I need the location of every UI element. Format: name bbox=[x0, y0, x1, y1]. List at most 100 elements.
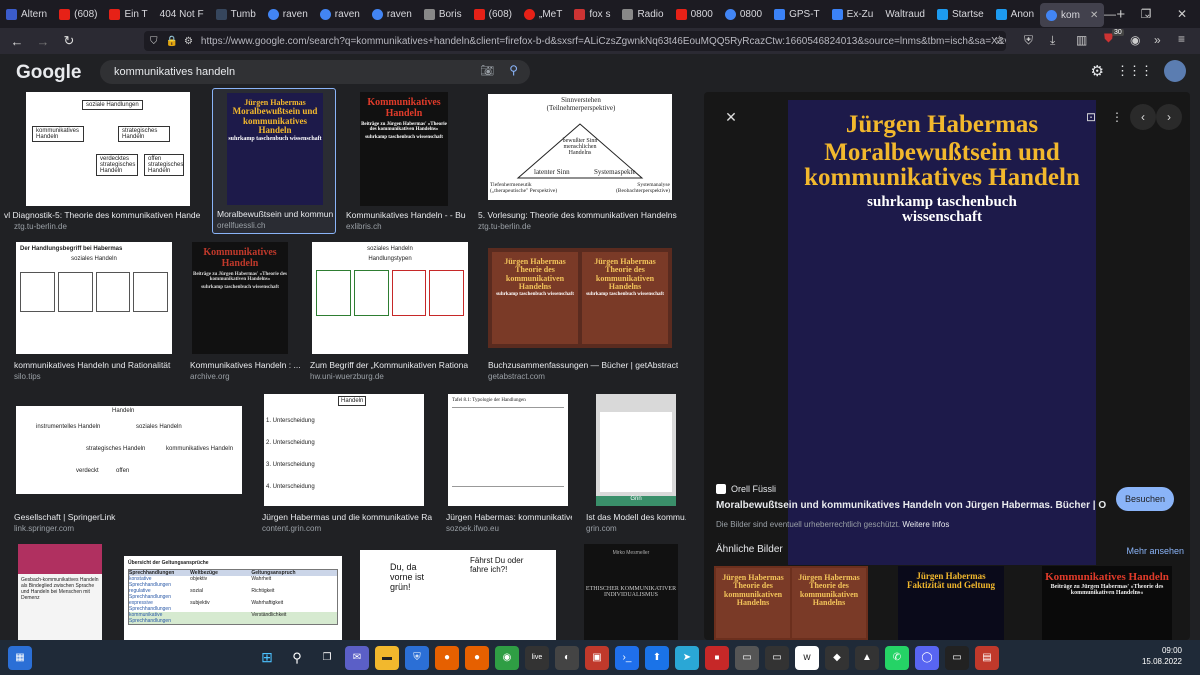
menu-icon[interactable]: ≡ bbox=[1178, 32, 1185, 46]
image-result[interactable]: soziales Handeln Handlungstypen bbox=[312, 242, 468, 354]
app-icon[interactable]: ▲ bbox=[855, 645, 879, 670]
tab[interactable]: „MeT bbox=[518, 0, 568, 28]
tab[interactable]: (608) bbox=[53, 0, 103, 28]
search-icon[interactable]: ⚲ bbox=[285, 646, 309, 670]
search-icon[interactable]: ⚲ bbox=[509, 63, 518, 77]
tab[interactable]: GPS-T bbox=[768, 0, 826, 28]
lens-icon[interactable]: ⊡ bbox=[1078, 104, 1104, 130]
result-caption[interactable]: Buchzusammenfassungen — Bücher | getAbst… bbox=[488, 360, 678, 370]
minimize-button[interactable]: — bbox=[1092, 0, 1128, 28]
defender-icon[interactable]: ⛨ bbox=[405, 645, 429, 670]
tab[interactable]: Ein T bbox=[103, 0, 153, 28]
tab[interactable]: raven bbox=[366, 0, 418, 28]
tab[interactable]: Boris bbox=[418, 0, 468, 28]
tab[interactable]: Ex-Zu bbox=[826, 0, 880, 28]
word-icon[interactable]: w bbox=[795, 645, 819, 670]
result-caption[interactable]: Kommunikatives Handeln : ... bbox=[190, 360, 300, 370]
windows-start-icon[interactable]: ⊞ bbox=[255, 646, 279, 670]
task-view-icon[interactable]: ❐ bbox=[315, 646, 339, 670]
chat-icon[interactable]: ◯ bbox=[915, 645, 939, 670]
terminal-icon[interactable]: ▭ bbox=[765, 645, 789, 670]
bookmark-star-icon[interactable]: ☆ bbox=[994, 33, 1005, 47]
image-result-selected[interactable]: Jürgen Habermas Moralbewußtsein und komm… bbox=[212, 88, 336, 234]
app-icon[interactable]: ⬆ bbox=[645, 645, 669, 670]
camera-icon[interactable]: 📷︎ bbox=[480, 64, 494, 77]
back-icon[interactable]: ← bbox=[4, 28, 30, 54]
app-icon[interactable]: ◐ bbox=[555, 645, 579, 670]
result-caption[interactable]: Kommunikatives Handeln - - Buch ... bbox=[346, 210, 466, 220]
image-result[interactable]: Kommunikatives Handeln Beiträge zu Jürge… bbox=[360, 92, 448, 206]
preview-image[interactable]: Jürgen Habermas Moralbewußtsein und komm… bbox=[788, 100, 1096, 565]
apps-grid-icon[interactable]: ⋮⋮⋮ bbox=[1116, 63, 1153, 79]
download-icon[interactable]: ⤓ bbox=[1050, 33, 1055, 48]
chrome-icon[interactable]: ◉ bbox=[495, 645, 519, 670]
firefox-icon[interactable]: ● bbox=[435, 645, 459, 670]
tab[interactable]: (608) bbox=[468, 0, 518, 28]
desktop-icon[interactable]: ▦ bbox=[8, 645, 32, 670]
image-result[interactable]: Handeln instrumentelles Handeln soziales… bbox=[16, 406, 242, 494]
tab[interactable]: 0800 bbox=[719, 0, 768, 28]
tab[interactable]: Waltraud bbox=[879, 0, 931, 28]
image-result[interactable]: Mirko Mesmeller ETHISCHER KOMMUNIKATIVER… bbox=[584, 544, 678, 640]
app-icon[interactable]: ▤ bbox=[975, 645, 999, 670]
tab[interactable]: Radio bbox=[616, 0, 669, 28]
image-result[interactable]: Grin bbox=[596, 394, 676, 506]
image-result[interactable]: Übersicht der Geltungsansprüche Sprechha… bbox=[124, 556, 342, 640]
image-result[interactable]: Kommunikatives Handeln Beiträge zu Jürge… bbox=[192, 242, 288, 354]
result-caption[interactable]: Ist das Modell des kommu... bbox=[586, 512, 686, 522]
tab[interactable]: raven bbox=[314, 0, 366, 28]
tab[interactable]: Altern bbox=[0, 0, 53, 28]
account-icon[interactable]: ◉ bbox=[1130, 33, 1140, 47]
image-result[interactable]: Du, da vorne ist grün! Fährst Du oder fa… bbox=[360, 550, 556, 640]
terminal-icon[interactable]: ▭ bbox=[945, 645, 969, 670]
reload-icon[interactable]: ↻ bbox=[56, 28, 82, 54]
result-title[interactable]: Moralbewußtsein und kommunikatives Hande… bbox=[716, 500, 1106, 511]
site-name[interactable]: Orell Füssli bbox=[731, 484, 776, 494]
tab[interactable]: raven bbox=[262, 0, 314, 28]
image-result[interactable]: Jürgen Habermas Theorie des kommunikativ… bbox=[488, 248, 672, 348]
voice-icon[interactable]: ◼ bbox=[705, 645, 729, 670]
address-bar[interactable]: ⛉ 🔒 ⚙ https://www.google.com/search?q=ko… bbox=[144, 31, 1006, 51]
similar-image[interactable]: Jürgen Habermas Theorie des kommunikativ… bbox=[714, 566, 868, 640]
whatsapp-icon[interactable]: ✆ bbox=[885, 645, 909, 670]
image-result[interactable]: Der Handlungsbegriff bei Habermas sozial… bbox=[16, 242, 172, 354]
previous-image-button[interactable]: ‹ bbox=[1130, 104, 1156, 130]
telegram-icon[interactable]: ➤ bbox=[675, 645, 699, 670]
avatar[interactable] bbox=[1164, 60, 1186, 82]
pocket-icon[interactable]: ⛨ bbox=[1024, 33, 1033, 48]
tab[interactable]: Startse bbox=[931, 0, 990, 28]
tab[interactable]: Anon bbox=[990, 0, 1040, 28]
forward-icon[interactable]: → bbox=[30, 28, 56, 54]
firefox-icon[interactable]: ● bbox=[465, 645, 489, 670]
result-caption[interactable]: Zum Begriff der „Kommunikativen Rational… bbox=[310, 360, 468, 370]
result-caption[interactable]: Jürgen Habermas und die kommunikative Ra… bbox=[262, 512, 432, 522]
system-clock[interactable]: 09:00 15.08.2022 bbox=[1142, 645, 1182, 667]
powershell-icon[interactable]: ›_ bbox=[615, 645, 639, 670]
similar-image[interactable]: Kommunikatives Handeln Beiträge zu Jürge… bbox=[1042, 566, 1172, 640]
more-info-link[interactable]: Weitere Infos bbox=[902, 520, 949, 529]
result-caption[interactable]: Moralbewußtsein und kommunikatives ... bbox=[217, 209, 333, 219]
next-image-button[interactable]: › bbox=[1156, 104, 1182, 130]
image-result[interactable]: Gesbach-kommunikatives Handeln als Binde… bbox=[18, 544, 102, 640]
settings-gear-icon[interactable]: ⚙ bbox=[1091, 62, 1104, 80]
tab[interactable]: fox s bbox=[568, 0, 616, 28]
tab[interactable]: 404 Not F bbox=[154, 0, 210, 28]
app-icon[interactable]: ◆ bbox=[825, 645, 849, 670]
result-caption[interactable]: Jürgen Habermas: kommunikative ... bbox=[446, 512, 572, 522]
maximize-button[interactable]: ❐ bbox=[1128, 0, 1164, 28]
result-caption[interactable]: Gesellschaft | SpringerLink bbox=[14, 512, 214, 522]
tab[interactable]: 0800 bbox=[670, 0, 719, 28]
file-explorer-icon[interactable]: ▬ bbox=[375, 645, 399, 670]
extensions-icon[interactable]: » bbox=[1154, 33, 1161, 47]
similar-image[interactable]: Jürgen Habermas Faktizität und Geltung bbox=[898, 566, 1004, 640]
app-icon[interactable]: ▭ bbox=[735, 645, 759, 670]
library-icon[interactable]: ▥ bbox=[1076, 33, 1087, 47]
result-caption[interactable]: vl Diagnostik-5: Theorie des kommunikati… bbox=[4, 210, 200, 220]
close-window-button[interactable]: ✕ bbox=[1164, 0, 1200, 28]
visit-button[interactable]: Besuchen bbox=[1116, 487, 1174, 511]
image-result[interactable]: Handeln 1. Unterscheidung 2. Unterscheid… bbox=[264, 394, 424, 506]
app-icon[interactable]: ▣ bbox=[585, 645, 609, 670]
image-result[interactable]: soziale Handlungen kommunikatives Handel… bbox=[26, 92, 190, 206]
tab[interactable]: Tumb bbox=[210, 0, 262, 28]
search-input[interactable]: kommunikatives handeln 📷︎ ⚲ bbox=[100, 60, 530, 84]
